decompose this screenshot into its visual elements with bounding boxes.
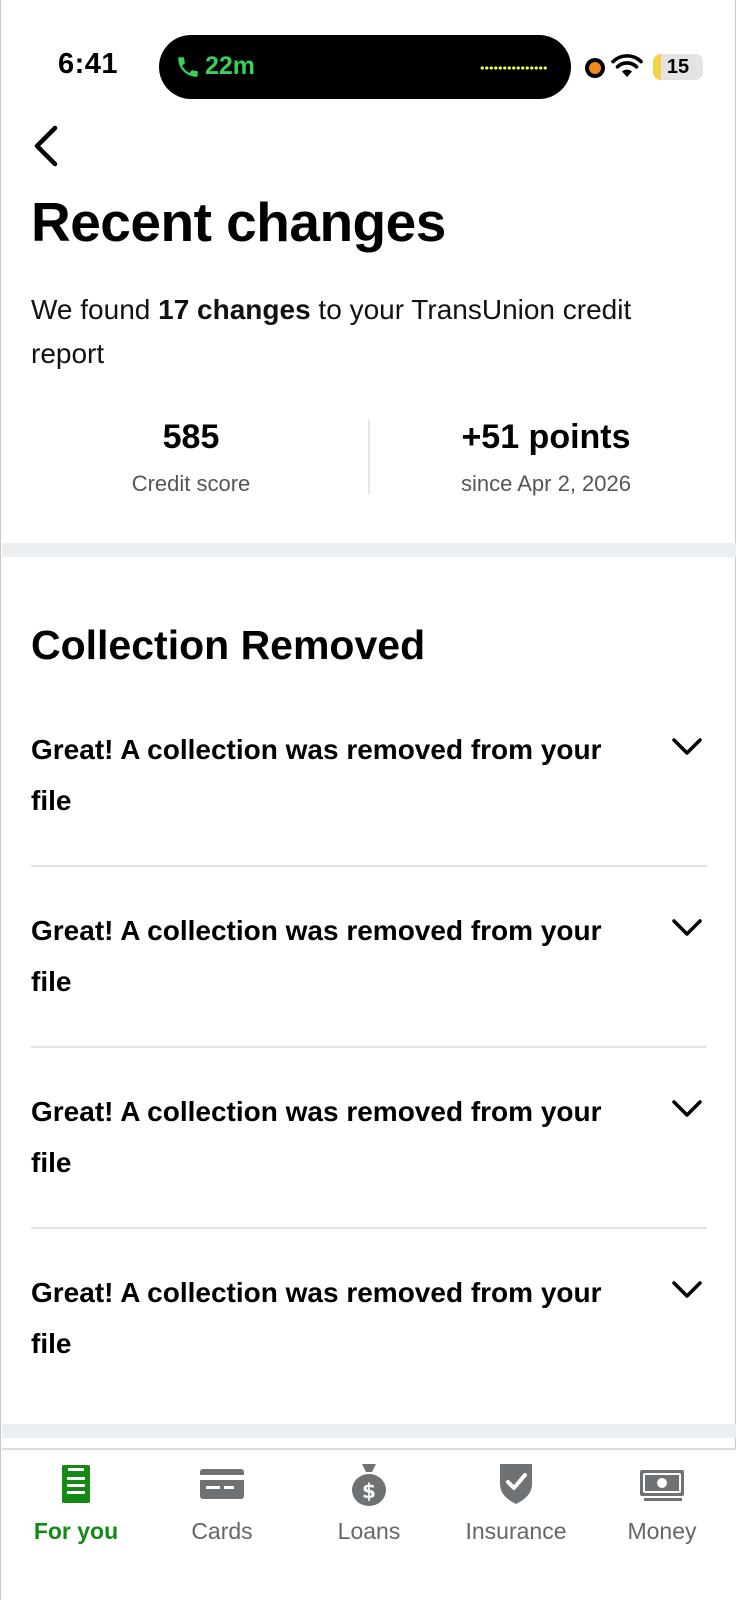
- nav-label: Insurance: [465, 1518, 567, 1544]
- item-divider: [31, 865, 707, 867]
- change-item-1[interactable]: Great! A collection was removed from you…: [31, 724, 707, 826]
- bottom-nav: For you Cards $ Loans Insurance Money: [2, 1448, 736, 1600]
- score-change-label: since Apr 2, 2026: [460, 471, 631, 496]
- call-duration: 22m: [205, 52, 256, 80]
- phone-icon: [178, 57, 198, 77]
- nav-label: Cards: [191, 1518, 253, 1544]
- back-chevron-icon[interactable]: [27, 122, 65, 170]
- page-subtitle: We found 17 changes to your TransUnion c…: [31, 288, 711, 376]
- svg-text:$: $: [362, 1479, 376, 1503]
- change-item-text: Great! A collection was removed from you…: [31, 1096, 602, 1178]
- status-time: 6:41: [58, 48, 119, 80]
- battery-icon: 15: [653, 54, 703, 80]
- nav-item-loans[interactable]: $ Loans: [295, 1460, 443, 1560]
- nav-item-insurance[interactable]: Insurance: [442, 1460, 590, 1560]
- item-divider: [31, 1227, 707, 1229]
- section-title: Collection Removed: [31, 622, 426, 668]
- change-item-3[interactable]: Great! A collection was removed from you…: [31, 1086, 707, 1188]
- nav-item-cards[interactable]: Cards: [148, 1460, 296, 1560]
- section-separator: [2, 1424, 736, 1438]
- nav-item-money[interactable]: Money: [588, 1460, 736, 1560]
- change-item-text: Great! A collection was removed from you…: [31, 915, 602, 997]
- screen: 6:41 22m 15 Recent changes We found 17 c…: [0, 0, 736, 1600]
- nav-label: For you: [33, 1518, 119, 1544]
- item-divider: [31, 1046, 707, 1048]
- stat-divider: [368, 420, 370, 494]
- dynamic-island[interactable]: 22m: [159, 35, 571, 99]
- nav-item-for-you[interactable]: For you: [2, 1460, 150, 1560]
- battery-level: 15: [666, 56, 690, 78]
- shield-check-icon: [500, 1464, 532, 1504]
- money-bag-icon: $: [352, 1464, 386, 1506]
- change-item-4[interactable]: Great! A collection was removed from you…: [31, 1267, 707, 1369]
- change-item-2[interactable]: Great! A collection was removed from you…: [31, 905, 707, 1007]
- nav-label: Loans: [337, 1518, 401, 1544]
- chevron-down-icon[interactable]: [671, 736, 703, 758]
- document-icon: [62, 1465, 90, 1503]
- score-change-value: +51 points: [461, 418, 631, 456]
- credit-score-value: 585: [162, 418, 220, 456]
- changes-count: 17 changes: [158, 294, 311, 325]
- nav-label: Money: [627, 1518, 697, 1544]
- score-change-stat: +51 points since Apr 2, 2026: [381, 418, 711, 497]
- recording-indicator-icon: [585, 58, 605, 78]
- page-title: Recent changes: [31, 191, 446, 253]
- credit-score-stat: 585 Credit score: [41, 418, 341, 497]
- chevron-down-icon[interactable]: [671, 1098, 703, 1120]
- subtitle-prefix: We found: [31, 294, 159, 325]
- credit-score-label: Credit score: [131, 471, 251, 496]
- change-item-text: Great! A collection was removed from you…: [31, 734, 602, 816]
- wifi-icon: [611, 54, 643, 77]
- change-item-text: Great! A collection was removed from you…: [31, 1277, 602, 1359]
- chevron-down-icon[interactable]: [671, 1279, 703, 1301]
- credit-card-icon: [200, 1469, 244, 1499]
- section-separator: [2, 543, 736, 557]
- chevron-down-icon[interactable]: [671, 917, 703, 939]
- audio-waveform-icon: [480, 66, 548, 70]
- banknote-icon: [640, 1470, 684, 1501]
